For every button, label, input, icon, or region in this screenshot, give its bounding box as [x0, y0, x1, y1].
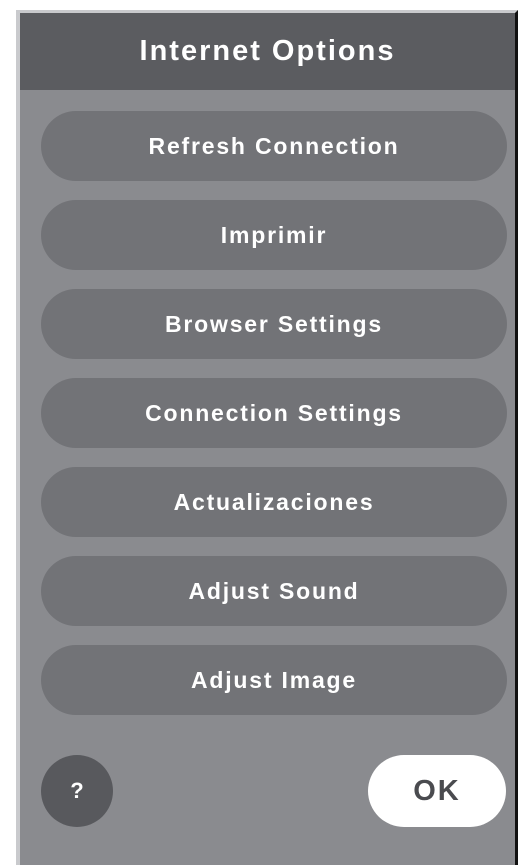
adjust-sound-label: Adjust Sound [188, 577, 360, 604]
refresh-connection-label: Refresh Connection [148, 132, 400, 159]
options-menu: Refresh Connection Imprimir Browser Sett… [41, 111, 507, 734]
updates-label: Actualizaciones [173, 488, 375, 515]
ok-label: OK [413, 774, 461, 807]
adjust-sound-button[interactable]: Adjust Sound [41, 556, 507, 626]
dialog-title: Internet Options [139, 35, 396, 67]
ok-button[interactable]: OK [368, 755, 506, 827]
connection-settings-button[interactable]: Connection Settings [41, 378, 507, 448]
browser-settings-label: Browser Settings [165, 310, 383, 337]
updates-button[interactable]: Actualizaciones [41, 467, 507, 537]
dialog-titlebar: Internet Options [20, 13, 515, 90]
internet-options-dialog: Internet Options Refresh Connection Impr… [16, 10, 518, 865]
print-button[interactable]: Imprimir [41, 200, 507, 270]
help-icon: ? [70, 778, 84, 803]
browser-settings-button[interactable]: Browser Settings [41, 289, 507, 359]
adjust-image-button[interactable]: Adjust Image [41, 645, 507, 715]
connection-settings-label: Connection Settings [145, 399, 403, 426]
help-button[interactable]: ? [41, 755, 113, 827]
refresh-connection-button[interactable]: Refresh Connection [41, 111, 507, 181]
adjust-image-label: Adjust Image [190, 666, 357, 693]
print-label: Imprimir [220, 221, 328, 248]
